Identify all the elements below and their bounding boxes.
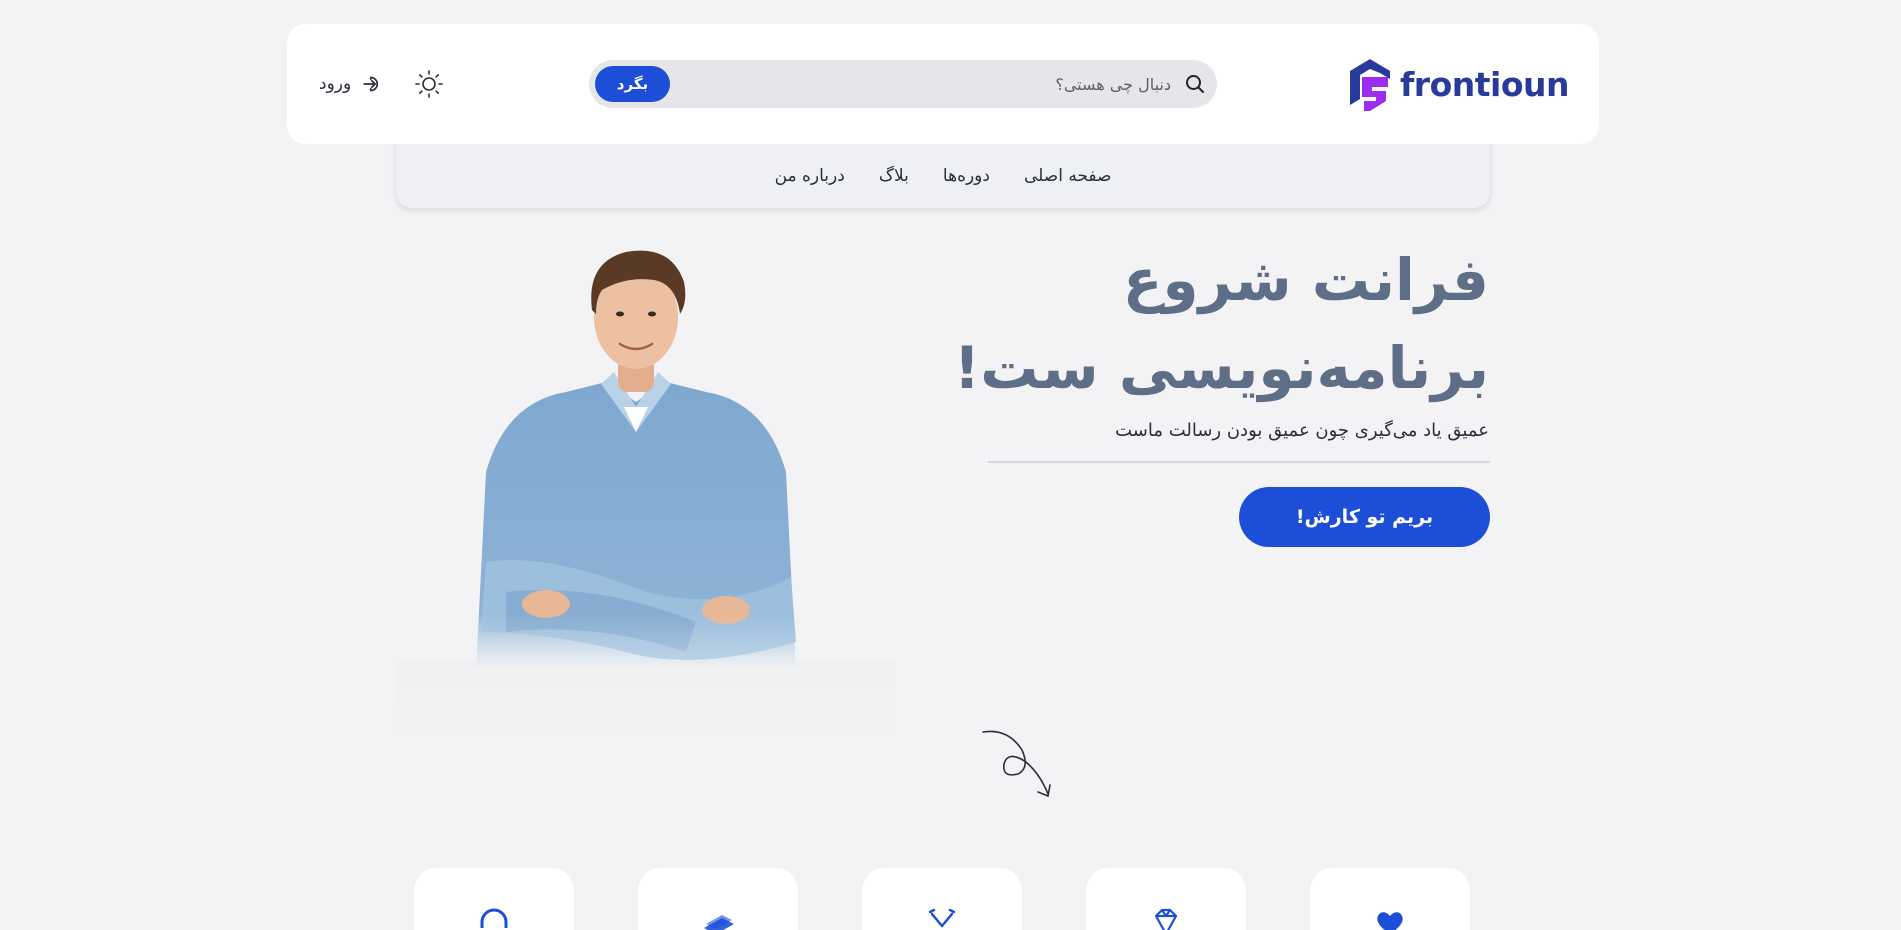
decorative-arrow-icon [982, 730, 1051, 798]
logo-text: frontioun [1399, 64, 1570, 104]
hero-person-image [396, 232, 896, 742]
feature-card[interactable] [862, 868, 1022, 930]
sun-icon [415, 70, 444, 98]
feature-card[interactable] [414, 868, 574, 930]
header-actions: ورود [319, 68, 445, 100]
logo-icon [1349, 59, 1390, 111]
feature-card[interactable] [638, 868, 798, 930]
search-button[interactable]: بگرد [595, 66, 670, 102]
nav-item-home[interactable]: صفحه اصلی [1024, 166, 1111, 186]
tools-icon [928, 908, 956, 928]
nav-item-blog[interactable]: بلاگ [879, 166, 909, 186]
headset-icon [480, 908, 508, 928]
search-bar: بگرد [589, 60, 1217, 108]
diamond-icon [1154, 908, 1178, 930]
hero-divider [988, 461, 1490, 463]
site-logo[interactable]: frontioun [1346, 55, 1570, 113]
page: ورود بگرد [0, 0, 1901, 930]
hero-title: فرانت شروع برنامه‌نویسی ست! [889, 236, 1489, 412]
nav-item-about[interactable]: درباره من [775, 166, 845, 186]
feature-cards [414, 868, 1474, 930]
heart-icon [1377, 912, 1403, 930]
feature-card[interactable] [1086, 868, 1246, 930]
money-stack-icon [704, 915, 734, 930]
hero-subtitle: عمیق یاد می‌گیری چون عمیق بودن رسالت ماس… [1115, 420, 1489, 441]
feature-card[interactable] [1310, 868, 1470, 930]
search-icon [1186, 75, 1204, 93]
main-nav: صفحه اصلی دوره‌ها بلاگ درباره من [396, 136, 1490, 208]
hero-title-line-1: فرانت شروع [1122, 246, 1489, 314]
site-header: ورود بگرد [287, 24, 1599, 144]
cta-button[interactable]: بریم تو کارش! [1239, 487, 1490, 547]
search-input[interactable] [670, 60, 1179, 108]
theme-toggle[interactable] [413, 68, 445, 100]
login-button[interactable]: ورود [319, 71, 387, 97]
login-icon [363, 76, 379, 92]
hero-title-line-2: برنامه‌نویسی ست! [953, 334, 1489, 402]
nav-item-courses[interactable]: دوره‌ها [943, 166, 990, 186]
login-label: ورود [319, 74, 352, 94]
